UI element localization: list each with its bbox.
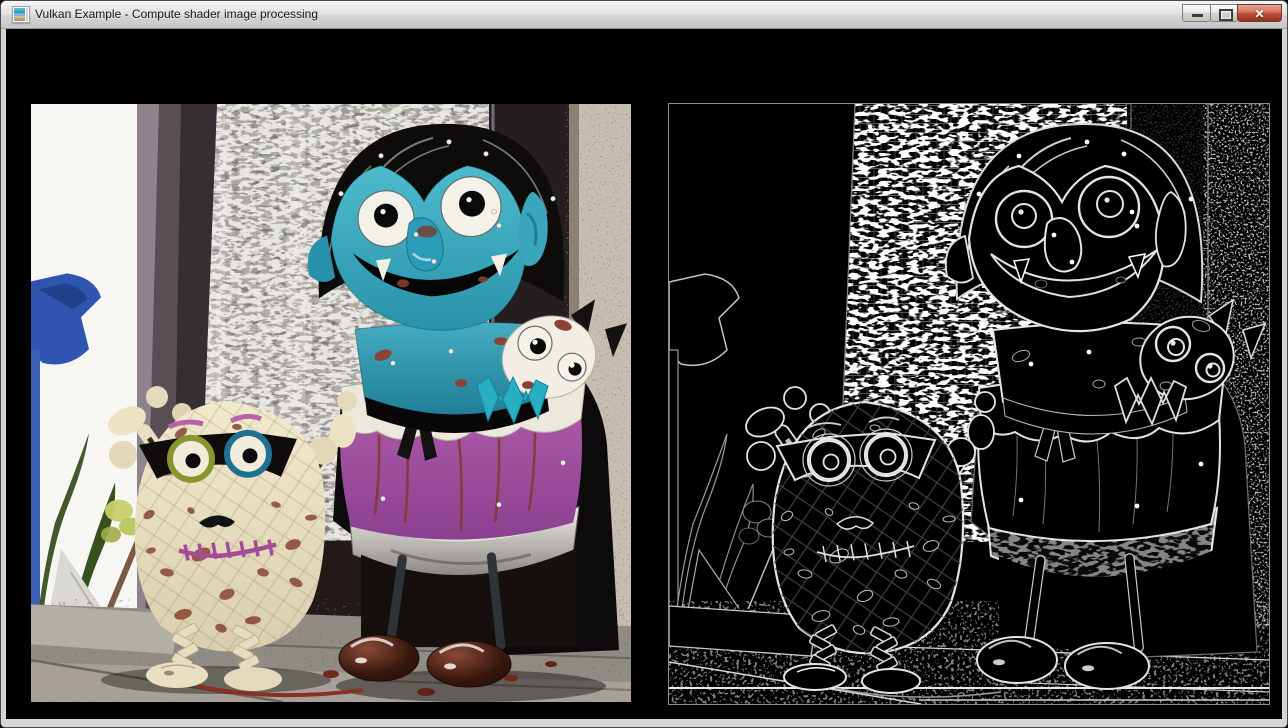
window-title: Vulkan Example - Compute shader image pr… [35,1,318,28]
vulkan-example-app-icon [12,6,30,23]
edge-detected-image [668,103,1270,705]
maximize-icon [1219,9,1233,21]
close-icon: ✕ [1238,6,1281,22]
app-window: Vulkan Example - Compute shader image pr… [0,0,1288,728]
minimize-icon [1192,14,1203,17]
window-controls: ✕ [1183,4,1282,22]
maximize-button[interactable] [1210,4,1238,22]
title-bar: Vulkan Example - Compute shader image pr… [1,1,1287,29]
render-client-area [6,29,1282,719]
close-button[interactable]: ✕ [1237,4,1282,22]
minimize-button[interactable] [1182,4,1211,22]
source-image [31,104,631,702]
